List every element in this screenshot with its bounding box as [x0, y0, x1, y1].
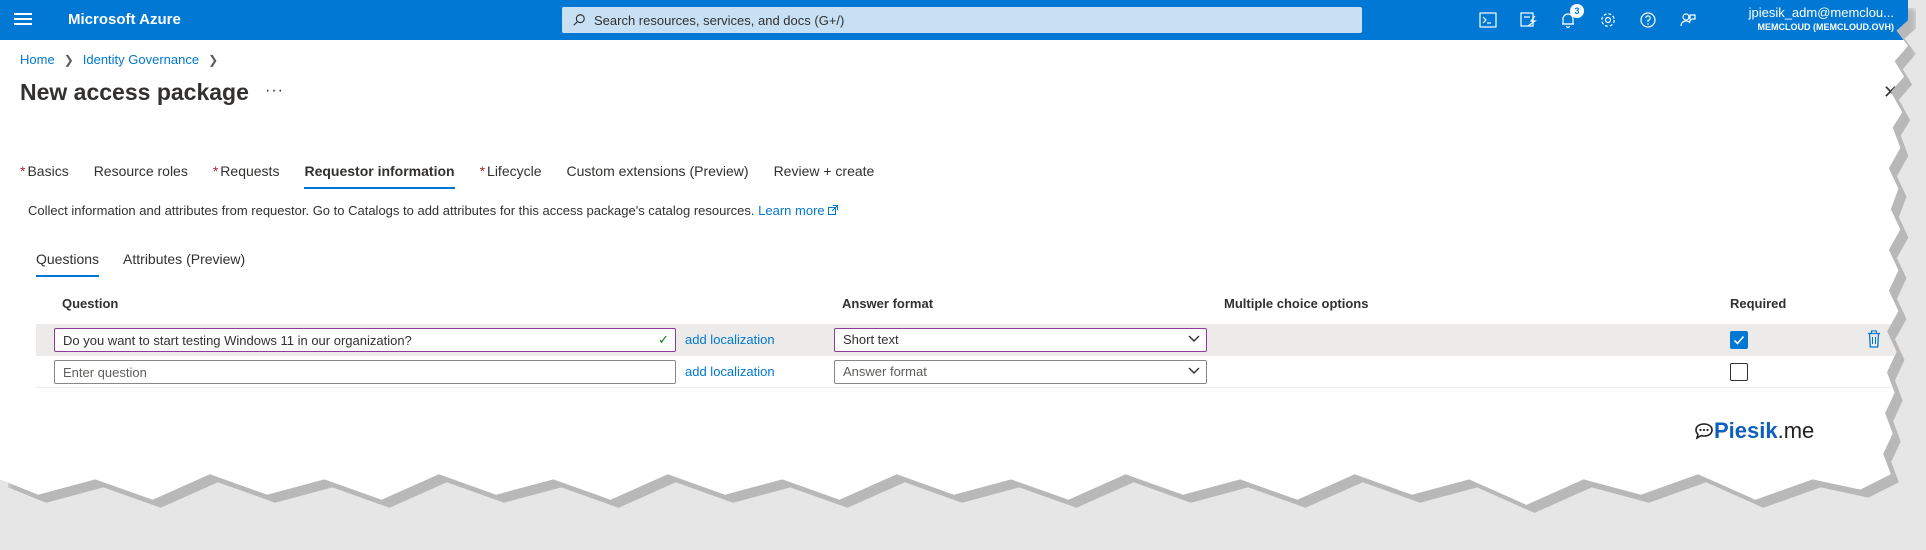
page-title: New access package	[20, 79, 249, 105]
search-icon	[573, 14, 585, 26]
required-checkbox[interactable]	[1730, 363, 1748, 381]
watermark-logo: Piesik .me	[1694, 418, 1814, 444]
info-text: Collect information and attributes from …	[28, 203, 839, 218]
question-field[interactable]	[54, 360, 676, 384]
tab-questions[interactable]: Questions	[36, 251, 100, 277]
checkmark-icon: ✓	[658, 332, 669, 347]
cloud-shell-icon[interactable]	[1468, 8, 1508, 32]
brand-title[interactable]: Microsoft Azure	[68, 11, 181, 28]
tab-custom-extensions[interactable]: Custom extensions (Preview)	[567, 163, 749, 189]
answer-format-value: Short text	[843, 332, 899, 347]
tab-requests[interactable]: * Requests	[213, 163, 280, 189]
breadcrumb-home[interactable]: Home	[20, 52, 55, 67]
chevron-right-icon: ❯	[63, 52, 74, 67]
feedback-icon[interactable]	[1668, 8, 1708, 32]
learn-more-link[interactable]: Learn more	[758, 203, 839, 218]
sub-tabs: Questions Attributes (Preview)	[36, 251, 269, 277]
add-localization-link[interactable]: add localization	[685, 364, 775, 379]
column-required: Required	[1730, 296, 1787, 311]
required-marker: *	[20, 163, 26, 179]
required-marker: *	[212, 163, 219, 179]
answer-format-placeholder: Answer format	[843, 364, 927, 379]
required-checkbox[interactable]	[1730, 331, 1748, 349]
answer-format-dropdown[interactable]: Answer format	[834, 360, 1207, 384]
tab-basics[interactable]: * Basics	[20, 163, 69, 189]
watermark-suffix: .me	[1777, 418, 1815, 443]
checkmark-icon	[1733, 335, 1745, 345]
question-input[interactable]	[63, 364, 653, 380]
top-icons: 3	[1468, 4, 1708, 32]
add-localization-link[interactable]: add localization	[685, 332, 775, 347]
tab-attributes[interactable]: Attributes (Preview)	[123, 251, 245, 277]
chevron-right-icon: ❯	[208, 52, 219, 67]
table-row: ✓ add localization Short text	[36, 324, 1908, 356]
watermark-name: Piesik	[1714, 418, 1778, 443]
column-question: Question	[62, 296, 119, 311]
column-answer-format: Answer format	[842, 296, 934, 311]
tab-resource-roles[interactable]: Resource roles	[94, 163, 188, 189]
portal-menu-icon[interactable]	[12, 10, 34, 30]
account-menu[interactable]: jpiesik_adm@memclou... MEMCLOUD (MEMCLOU…	[1749, 5, 1894, 32]
tab-requestor-information[interactable]: Requestor information	[304, 163, 455, 189]
table-header: Question Answer format Multiple choice o…	[36, 296, 1908, 320]
notifications-icon[interactable]: 3	[1548, 4, 1588, 32]
directory-filter-icon[interactable]	[1508, 8, 1548, 32]
column-multiple-choice: Multiple choice options	[1224, 296, 1369, 311]
speech-bubble-icon	[1695, 423, 1713, 440]
chevron-down-icon	[1188, 335, 1200, 342]
delete-icon[interactable]	[1867, 330, 1881, 353]
notifications-badge: 3	[1570, 4, 1584, 18]
account-tenant: MEMCLOUD (MEMCLOUD.OVH)	[1757, 22, 1895, 32]
azure-portal-page: Microsoft Azure 3	[0, 0, 1908, 505]
tab-review-create[interactable]: Review + create	[774, 163, 875, 189]
required-marker: *	[479, 163, 486, 179]
table-row: add localization Answer format	[36, 356, 1908, 388]
external-link-icon	[828, 205, 839, 215]
answer-format-dropdown[interactable]: Short text	[834, 328, 1207, 352]
question-input[interactable]	[63, 332, 653, 348]
wizard-tabs: * Basics Resource roles * Requests Request…	[20, 163, 899, 189]
breadcrumb-identity-governance[interactable]: Identity Governance	[83, 52, 199, 67]
screenshot-canvas: Microsoft Azure 3	[0, 0, 1926, 550]
breadcrumb: Home ❯ Identity Governance ❯	[20, 52, 227, 67]
question-field[interactable]: ✓	[54, 328, 676, 352]
search-input[interactable]	[594, 12, 1334, 28]
help-icon[interactable]	[1628, 8, 1668, 32]
settings-icon[interactable]	[1588, 8, 1628, 32]
chevron-down-icon	[1188, 367, 1200, 374]
tab-lifecycle[interactable]: * Lifecycle	[480, 163, 542, 189]
global-search[interactable]	[562, 7, 1362, 33]
top-bar: Microsoft Azure 3	[0, 0, 1908, 40]
account-user: jpiesik_adm@memclou...	[1748, 5, 1894, 20]
more-options-button[interactable]: ···	[265, 82, 284, 100]
